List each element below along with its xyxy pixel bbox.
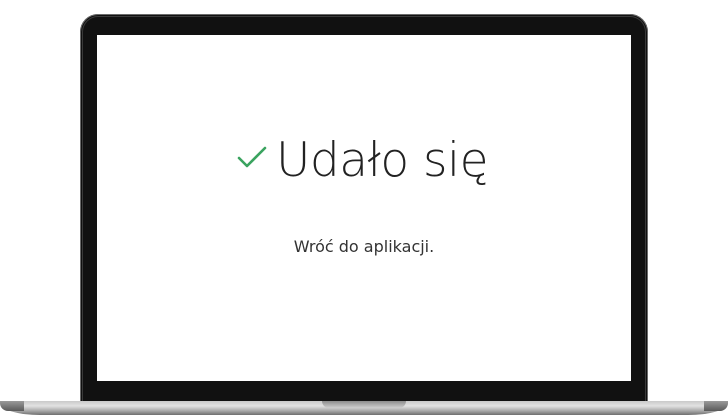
laptop-screen: Udało się Wróć do aplikacji.	[97, 35, 631, 381]
laptop-opening-notch	[322, 401, 406, 408]
success-heading: Udało się	[91, 137, 631, 184]
return-message: Wróć do aplikacji.	[293, 237, 435, 256]
laptop-base-edge-left	[0, 401, 24, 411]
laptop-base-edge-right	[704, 401, 728, 411]
page-title: Udało się	[275, 133, 489, 188]
check-icon	[234, 139, 270, 175]
